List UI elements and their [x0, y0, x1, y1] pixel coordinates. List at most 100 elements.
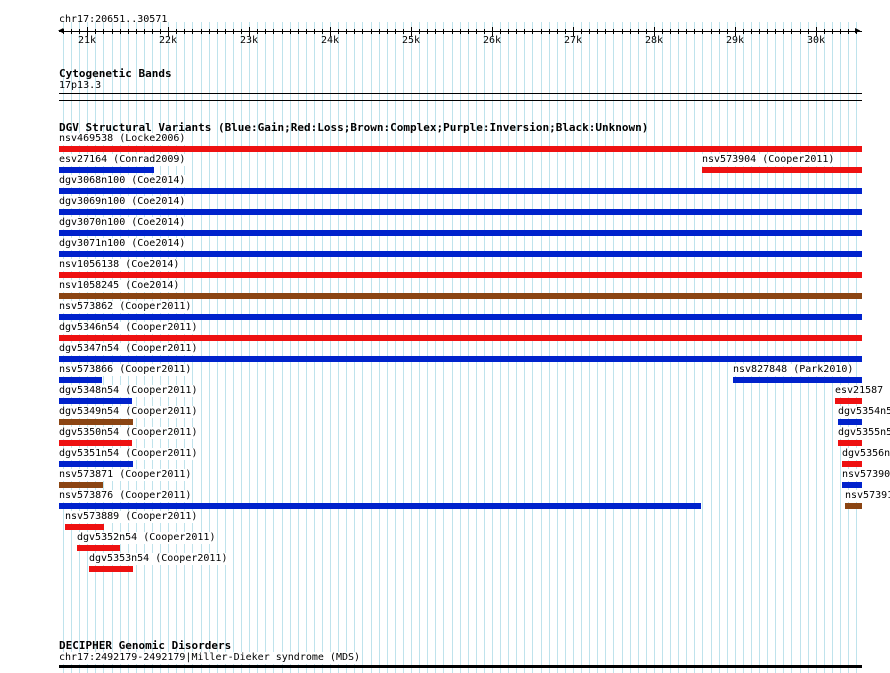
gridline [201, 22, 202, 673]
dgv-feature-label[interactable]: dgv3068n100 (Coe2014) [59, 175, 186, 187]
gridline [816, 22, 817, 673]
dgv-feature-bar[interactable] [59, 356, 862, 362]
dgv-feature-bar[interactable] [59, 314, 862, 320]
tick-label: 28k [644, 35, 664, 46]
gridline [460, 22, 461, 673]
dgv-feature-bar[interactable] [838, 440, 862, 446]
dgv-feature-bar[interactable] [835, 398, 862, 404]
gridline [354, 22, 355, 673]
dgv-feature-label[interactable]: dgv3069n100 (Coe2014) [59, 196, 186, 208]
dgv-feature-bar[interactable] [59, 230, 862, 236]
dgv-feature-label[interactable]: dgv3071n100 (Coe2014) [59, 238, 186, 250]
gridline [241, 22, 242, 673]
cytoband-bar[interactable] [59, 93, 862, 94]
dgv-feature-bar[interactable] [59, 335, 862, 341]
minor-tick [427, 29, 428, 34]
dgv-feature-bar[interactable] [77, 545, 120, 551]
decipher-feature-label[interactable]: chr17:2492179-2492179|Miller-Dieker synd… [59, 652, 361, 664]
dgv-feature-bar[interactable] [65, 524, 104, 530]
gridline [322, 22, 323, 673]
dgv-feature-label[interactable]: nsv573866 (Cooper2011) [59, 364, 192, 376]
dgv-feature-label[interactable]: nsv1056138 (Coe2014) [59, 259, 180, 271]
dgv-feature-bar[interactable] [59, 482, 103, 488]
cytoband-track-title[interactable]: Cytogenetic Bands [59, 67, 172, 80]
dgv-feature-label[interactable]: dgv5351n54 (Cooper2011) [59, 448, 198, 460]
gridline [306, 22, 307, 673]
dgv-feature-label[interactable]: dgv5352n54 (Cooper2011) [77, 532, 216, 544]
tick-label: 29k [725, 35, 745, 46]
dgv-feature-label[interactable]: nsv57391 [845, 490, 890, 502]
gridline [581, 22, 582, 673]
cytoband-label[interactable]: 17p13.3 [59, 80, 101, 92]
dgv-feature-bar[interactable] [59, 167, 154, 173]
dgv-feature-bar[interactable] [59, 398, 132, 404]
dgv-feature-bar[interactable] [59, 272, 862, 278]
dgv-feature-label[interactable]: dgv5356n5 [842, 448, 890, 460]
gridline [387, 22, 388, 673]
dgv-feature-label[interactable]: nsv469538 (Locke2006) [59, 133, 186, 145]
dgv-feature-bar[interactable] [845, 503, 862, 509]
gridline [476, 22, 477, 673]
dgv-feature-bar[interactable] [842, 461, 862, 467]
minor-tick [476, 29, 477, 34]
dgv-feature-label[interactable]: nsv573862 (Cooper2011) [59, 301, 192, 313]
minor-tick [800, 29, 801, 34]
dgv-feature-label[interactable]: nsv57390 [842, 469, 890, 481]
minor-tick [597, 29, 598, 34]
dgv-feature-label[interactable]: dgv3070n100 (Coe2014) [59, 217, 186, 229]
minor-tick [338, 29, 339, 34]
gridline [524, 22, 525, 673]
dgv-feature-bar[interactable] [59, 503, 701, 509]
dgv-feature-bar[interactable] [842, 482, 862, 488]
dgv-feature-label[interactable]: nsv1058245 (Coe2014) [59, 280, 180, 292]
minor-tick [646, 29, 647, 34]
dgv-feature-label[interactable]: dgv5355n5 [838, 427, 890, 439]
dgv-feature-bar[interactable] [59, 293, 862, 299]
dgv-feature-bar[interactable] [733, 377, 862, 383]
gridline [282, 22, 283, 673]
dgv-feature-bar[interactable] [59, 146, 862, 152]
dgv-feature-bar[interactable] [59, 188, 862, 194]
gridline [314, 22, 315, 673]
gridline [654, 22, 655, 673]
dgv-feature-bar[interactable] [59, 251, 862, 257]
dgv-feature-label[interactable]: nsv573889 (Cooper2011) [65, 511, 198, 523]
track-divider [59, 100, 862, 101]
dgv-feature-label[interactable]: nsv827848 (Park2010) [733, 364, 854, 376]
minor-tick [468, 29, 469, 34]
dgv-feature-bar[interactable] [89, 566, 133, 572]
dgv-feature-label[interactable]: dgv5354n5 [838, 406, 890, 418]
minor-tick [306, 29, 307, 34]
dgv-feature-bar[interactable] [59, 461, 133, 467]
dgv-feature-label[interactable]: dgv5346n54 (Cooper2011) [59, 322, 198, 334]
decipher-feature-bar[interactable] [59, 665, 862, 668]
tick-label: 23k [239, 35, 259, 46]
dgv-feature-bar[interactable] [59, 377, 102, 383]
dgv-feature-label[interactable]: esv27164 (Conrad2009) [59, 154, 186, 166]
gridline [541, 22, 542, 673]
dgv-feature-label[interactable]: dgv5350n54 (Cooper2011) [59, 427, 198, 439]
minor-tick [282, 29, 283, 34]
dgv-feature-label[interactable]: nsv573876 (Cooper2011) [59, 490, 192, 502]
minor-tick [128, 29, 129, 34]
dgv-feature-label[interactable]: dgv5348n54 (Cooper2011) [59, 385, 198, 397]
dgv-feature-bar[interactable] [702, 167, 862, 173]
dgv-feature-bar[interactable] [838, 419, 862, 425]
decipher-track-title[interactable]: DECIPHER Genomic Disorders [59, 639, 231, 652]
dgv-feature-label[interactable]: dgv5353n54 (Cooper2011) [89, 553, 228, 565]
dgv-feature-label[interactable]: dgv5347n54 (Cooper2011) [59, 343, 198, 355]
minor-tick [662, 29, 663, 34]
dgv-feature-label[interactable]: nsv573904 (Cooper2011) [702, 154, 835, 166]
tick-label: 30k [806, 35, 826, 46]
minor-tick [484, 29, 485, 34]
dgv-feature-label[interactable]: nsv573871 (Cooper2011) [59, 469, 192, 481]
dgv-feature-bar[interactable] [59, 209, 862, 215]
minor-tick [856, 29, 857, 34]
dgv-feature-bar[interactable] [59, 419, 133, 425]
minor-tick [63, 29, 64, 34]
dgv-feature-label[interactable]: dgv5349n54 (Cooper2011) [59, 406, 198, 418]
minor-tick [791, 29, 792, 34]
minor-tick [241, 29, 242, 34]
dgv-feature-label[interactable]: esv21587 ( [835, 385, 890, 397]
dgv-feature-bar[interactable] [59, 440, 132, 446]
